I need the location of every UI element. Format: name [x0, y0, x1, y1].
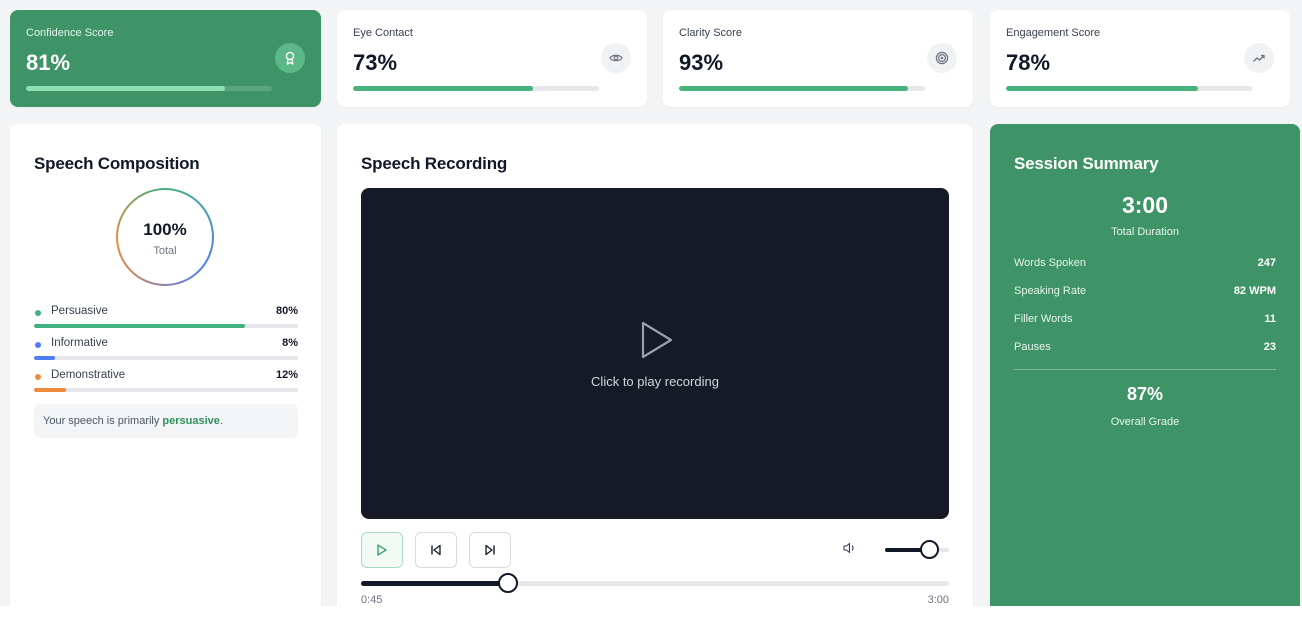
engagement-score-card: Engagement Score 78%: [990, 10, 1290, 107]
stat-value: 23: [1263, 341, 1276, 353]
play-button[interactable]: [361, 532, 403, 568]
composition-percent: 8%: [282, 337, 298, 349]
clarity-score-card: Clarity Score 93%: [663, 10, 973, 107]
volume-icon[interactable]: [843, 542, 857, 554]
metric-progress-bar: [353, 86, 599, 91]
persuasive-dot-icon: [35, 310, 41, 316]
composition-summary-note: Your speech is primarily persuasive.: [34, 404, 298, 438]
seek-handle[interactable]: [498, 573, 518, 593]
award-icon: [275, 43, 305, 73]
skip-back-button[interactable]: [415, 532, 457, 568]
stat-label: Filler Words: [1014, 313, 1073, 325]
metric-progress-bar: [1006, 86, 1252, 91]
metric-label: Clarity Score: [679, 27, 742, 39]
divider: [1014, 369, 1276, 370]
composition-total-value: 100%: [143, 220, 187, 239]
trending-up-icon: [1244, 43, 1274, 73]
skip-forward-icon: [485, 544, 495, 556]
section-title: Speech Recording: [361, 154, 508, 173]
composition-donut: 100% Total: [116, 188, 214, 286]
total-duration-value: 3:00: [1121, 192, 1169, 218]
section-title: Session Summary: [1014, 154, 1159, 173]
metric-progress-bar: [679, 86, 925, 91]
volume-slider[interactable]: [885, 540, 949, 559]
composition-percent: 80%: [275, 305, 298, 317]
volume-slider-handle[interactable]: [919, 540, 939, 559]
page-bottom-edge: [0, 606, 1302, 624]
metric-label: Confidence Score: [26, 27, 114, 39]
speech-recording-card: Speech Recording Click to play recording…: [337, 124, 973, 624]
metric-label: Eye Contact: [353, 27, 413, 39]
stat-value: 247: [1257, 257, 1276, 269]
note-emphasis: persuasive: [162, 415, 220, 427]
note-prefix: Your speech is primarily: [43, 415, 163, 427]
speech-composition-card: Speech Composition 100% Total Persuasive…: [10, 124, 321, 624]
informative-dot-icon: [35, 342, 41, 348]
section-title: Speech Composition: [34, 154, 200, 173]
video-player[interactable]: Click to play recording: [361, 188, 949, 519]
overall-grade-value: 87%: [1126, 384, 1164, 404]
play-icon: [377, 544, 387, 556]
composition-item: Informative 8%: [34, 335, 298, 365]
summary-stat-row: Pauses 23: [1014, 341, 1276, 357]
eye-contact-card: Eye Contact 73%: [337, 10, 647, 107]
eye-icon: [601, 43, 631, 73]
skip-back-icon: [431, 544, 441, 556]
target-icon: [927, 43, 957, 73]
metric-value: 93%: [679, 50, 724, 75]
composition-bar: [34, 324, 298, 328]
current-time: 0:45: [361, 594, 383, 606]
composition-item: Demonstrative 12%: [34, 367, 298, 397]
metric-value: 73%: [353, 50, 398, 75]
stat-label: Words Spoken: [1014, 257, 1086, 269]
seek-bar[interactable]: [361, 573, 949, 593]
total-duration-label: Total Duration: [1111, 226, 1179, 238]
summary-stat-row: Speaking Rate 82 WPM: [1014, 285, 1276, 301]
composition-percent: 12%: [275, 369, 298, 381]
composition-total-label: Total: [153, 245, 177, 257]
metric-value: 81%: [26, 50, 71, 75]
note-suffix: .: [219, 415, 223, 427]
composition-name: Informative: [51, 337, 108, 349]
metric-label: Engagement Score: [1006, 27, 1101, 39]
confidence-score-card: Confidence Score 81%: [10, 10, 321, 107]
summary-stat-row: Words Spoken 247: [1014, 257, 1276, 273]
skip-forward-button[interactable]: [469, 532, 511, 568]
metric-progress-bar: [26, 86, 272, 91]
total-time: 3:00: [927, 594, 949, 606]
composition-bar: [34, 356, 298, 360]
play-icon[interactable]: [640, 320, 674, 360]
summary-stat-row: Filler Words 11: [1014, 313, 1276, 329]
composition-item: Persuasive 80%: [34, 303, 298, 333]
session-summary-card: Session Summary 3:00 Total Duration Word…: [990, 124, 1300, 624]
play-prompt[interactable]: Click to play recording: [361, 374, 949, 389]
overall-grade-label: Overall Grade: [1110, 416, 1180, 428]
demonstrative-dot-icon: [35, 374, 41, 380]
composition-bar: [34, 388, 298, 392]
composition-name: Demonstrative: [51, 369, 126, 381]
stat-value: 11: [1264, 313, 1276, 325]
composition-name: Persuasive: [51, 305, 108, 317]
stat-label: Pauses: [1014, 341, 1051, 353]
stat-value: 82 WPM: [1233, 285, 1276, 297]
stat-label: Speaking Rate: [1014, 285, 1087, 297]
metric-value: 78%: [1006, 50, 1051, 75]
